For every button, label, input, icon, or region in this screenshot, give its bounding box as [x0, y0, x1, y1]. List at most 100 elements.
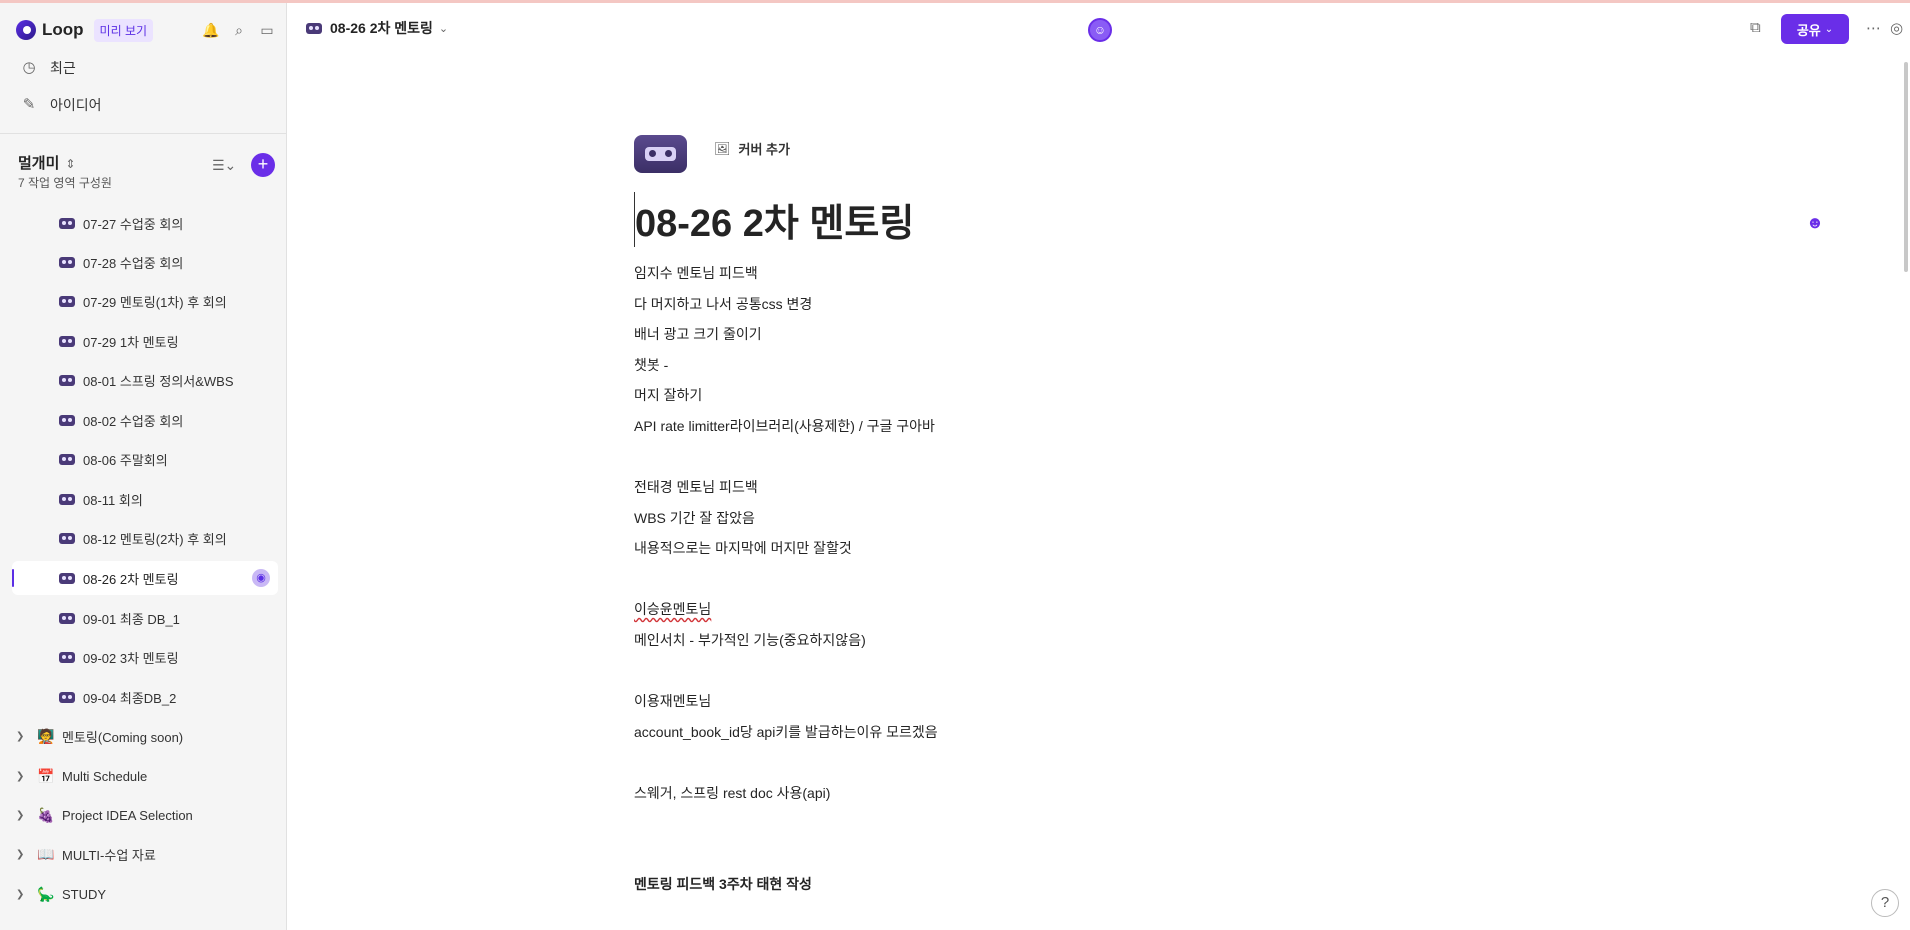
preview-badge: 미리 보기: [93, 18, 154, 42]
text-line[interactable]: 배너 광고 크기 줄이기: [634, 324, 762, 344]
cassette-icon: [59, 335, 75, 347]
workspace-title[interactable]: 멀개미 ⇕: [18, 152, 75, 173]
text-line[interactable]: WBS 기간 잘 잡았음: [634, 508, 755, 528]
pen-icon: ✎: [22, 96, 36, 113]
page-item-label: 08-11 회의: [83, 492, 143, 508]
page-item-label: 08-26 2차 멘토링: [83, 571, 179, 587]
page-item-label: 08-01 스프링 정의서&WBS: [83, 373, 234, 389]
share-button[interactable]: 공유 ⌄: [1781, 14, 1849, 44]
text-line[interactable]: 임지수 멘토님 피드백: [634, 263, 758, 283]
collaborator-avatar: ◉: [252, 569, 270, 587]
text-line[interactable]: account_book_id당 api키를 발급하는이유 모르겠음: [634, 722, 938, 742]
clock-icon: ◷: [22, 59, 36, 76]
text-line[interactable]: 챗봇 -: [634, 355, 668, 375]
folder-item[interactable]: ❯ 🦕 STUDY: [16, 877, 282, 911]
account-icon[interactable]: ◎: [1890, 19, 1903, 37]
folder-item[interactable]: ❯ 🍇 Project IDEA Selection: [16, 798, 282, 832]
copilot-icon[interactable]: ☻: [1804, 213, 1826, 235]
presence-avatar[interactable]: ☺: [1088, 18, 1112, 42]
text-line[interactable]: 메인서치 - 부가적인 기능(중요하지않음): [634, 630, 866, 650]
grapes-icon: 🍇: [37, 806, 55, 823]
folder-item-label: MULTI-수업 자료: [62, 847, 156, 863]
text-line[interactable]: 내용적으로는 마지막에 머지만 잘할것: [634, 538, 852, 558]
text-line[interactable]: 스웨거, 스프링 rest doc 사용(api): [634, 783, 830, 803]
folder-item[interactable]: ❯ 📅 Multi Schedule: [16, 759, 282, 793]
sidebar-header: Loop 미리 보기 🔔 ⌕ ▭: [16, 17, 276, 43]
help-button[interactable]: ?: [1871, 889, 1899, 917]
page-item[interactable]: 09-04 최종DB_2: [12, 680, 278, 714]
chevron-right-icon[interactable]: ❯: [16, 731, 30, 742]
sidebar-divider: [0, 133, 287, 134]
page-item[interactable]: 07-29 1차 멘토링: [12, 324, 278, 358]
page-item[interactable]: 08-06 주말회의: [12, 442, 278, 476]
folder-item-label: STUDY: [62, 886, 107, 902]
page-item-label: 08-06 주말회의: [83, 452, 168, 468]
person-emoji-icon: 🧑‍🏫: [37, 727, 55, 744]
bell-icon[interactable]: 🔔: [202, 22, 220, 39]
layout-icon[interactable]: ⧉: [1750, 19, 1761, 36]
text-line[interactable]: 다 머지하고 나서 공통css 변경: [634, 294, 812, 314]
nav-item-label: 아이디어: [50, 97, 102, 113]
cassette-icon: [59, 493, 75, 505]
workspace-members: 7 작업 영역 구성원: [18, 176, 112, 190]
more-options-icon[interactable]: ⋯: [1866, 19, 1881, 37]
cassette-icon: [59, 651, 75, 663]
document-header: 08-26 2차 멘토링 ⌄ ☺ ⧉ 공유 ⌄ ⋯ ◎: [288, 3, 1910, 53]
sidebar: Loop 미리 보기 🔔 ⌕ ▭ ◷ 최근 ✎ 아이디어 멀개미 ⇕ 7 작업 영…: [0, 3, 287, 930]
page-item-active[interactable]: 08-26 2차 멘토링 ◉: [12, 561, 278, 595]
page-item-label: 07-27 수업중 회의: [83, 216, 184, 232]
dinosaur-icon: 🦕: [37, 885, 55, 902]
sidebar-header-icons: 🔔 ⌕ ▭: [202, 22, 276, 39]
page-item-label: 07-29 1차 멘토링: [83, 334, 179, 350]
search-icon[interactable]: ⌕: [230, 22, 248, 39]
chevron-right-icon[interactable]: ❯: [16, 889, 30, 900]
image-icon: 🖼: [714, 140, 731, 156]
text-line[interactable]: 이용재멘토님: [634, 691, 711, 711]
folder-item[interactable]: ❯ 🧑‍🏫 멘토링(Coming soon): [16, 719, 282, 753]
calendar-icon: 📅: [37, 767, 55, 784]
panel-icon[interactable]: ▭: [258, 22, 276, 39]
text-line[interactable]: 머지 잘하기: [634, 385, 702, 405]
chevron-down-icon: ⌄: [438, 22, 449, 35]
page-item-label: 08-12 멘토링(2차) 후 회의: [83, 531, 227, 547]
scrollbar[interactable]: [1904, 62, 1908, 272]
updown-chevron-icon: ⇕: [65, 157, 76, 171]
document-tab[interactable]: 08-26 2차 멘토링 ⌄: [306, 18, 448, 38]
folder-item-label: 멘토링(Coming soon): [62, 729, 184, 745]
page-item-label: 07-28 수업중 회의: [83, 255, 184, 271]
page-item[interactable]: 07-28 수업중 회의: [12, 245, 278, 279]
text-line[interactable]: API rate limitter라이브러리(사용제한) / 구글 구아바: [634, 416, 935, 436]
text-line[interactable]: 전태경 멘토님 피드백: [634, 477, 758, 497]
chevron-right-icon[interactable]: ❯: [16, 849, 30, 860]
chevron-right-icon[interactable]: ❯: [16, 771, 30, 782]
chevron-right-icon[interactable]: ❯: [16, 810, 30, 821]
folder-item[interactable]: ❯ 📖 MULTI-수업 자료: [16, 837, 282, 871]
cassette-icon: [59, 453, 75, 465]
app-logo-text: Loop: [42, 20, 84, 39]
folder-item-label: Multi Schedule: [62, 768, 148, 784]
cassette-icon: [59, 295, 75, 307]
sort-menu-icon[interactable]: ☰⌄: [212, 157, 236, 174]
page-item[interactable]: 09-02 3차 멘토링: [12, 640, 278, 674]
add-cover-label: 커버 추가: [738, 142, 790, 157]
cassette-page-icon[interactable]: [634, 135, 687, 173]
page-item[interactable]: 08-12 멘토링(2차) 후 회의: [12, 521, 278, 555]
page-item[interactable]: 08-01 스프링 정의서&WBS: [12, 363, 278, 397]
page-item[interactable]: 08-02 수업중 회의: [12, 403, 278, 437]
page-item[interactable]: 09-01 최종 DB_1: [12, 601, 278, 635]
loop-logo-icon: [16, 20, 36, 40]
document-tab-label: 08-26 2차 멘토링: [330, 20, 433, 36]
workspace-title-text: 멀개미: [18, 155, 60, 172]
page-item[interactable]: 07-27 수업중 회의: [12, 206, 278, 240]
nav-item-ideas[interactable]: ✎ 아이디어: [20, 95, 102, 115]
page-item-label: 09-01 최종 DB_1: [83, 611, 180, 627]
page-item-label: 07-29 멘토링(1차) 후 회의: [83, 294, 227, 310]
add-page-button[interactable]: +: [251, 153, 275, 177]
page-item[interactable]: 07-29 멘토링(1차) 후 회의: [12, 284, 278, 318]
text-line-bold[interactable]: 멘토링 피드백 3주차 태현 작성: [634, 874, 812, 894]
text-line[interactable]: 이승윤멘토님: [634, 599, 711, 619]
nav-item-recent[interactable]: ◷ 최근: [20, 58, 75, 78]
add-cover-button[interactable]: 🖼 커버 추가: [714, 139, 790, 158]
page-item[interactable]: 08-11 회의: [12, 482, 278, 516]
document-title[interactable]: 08-26 2차 멘토링: [634, 192, 914, 247]
